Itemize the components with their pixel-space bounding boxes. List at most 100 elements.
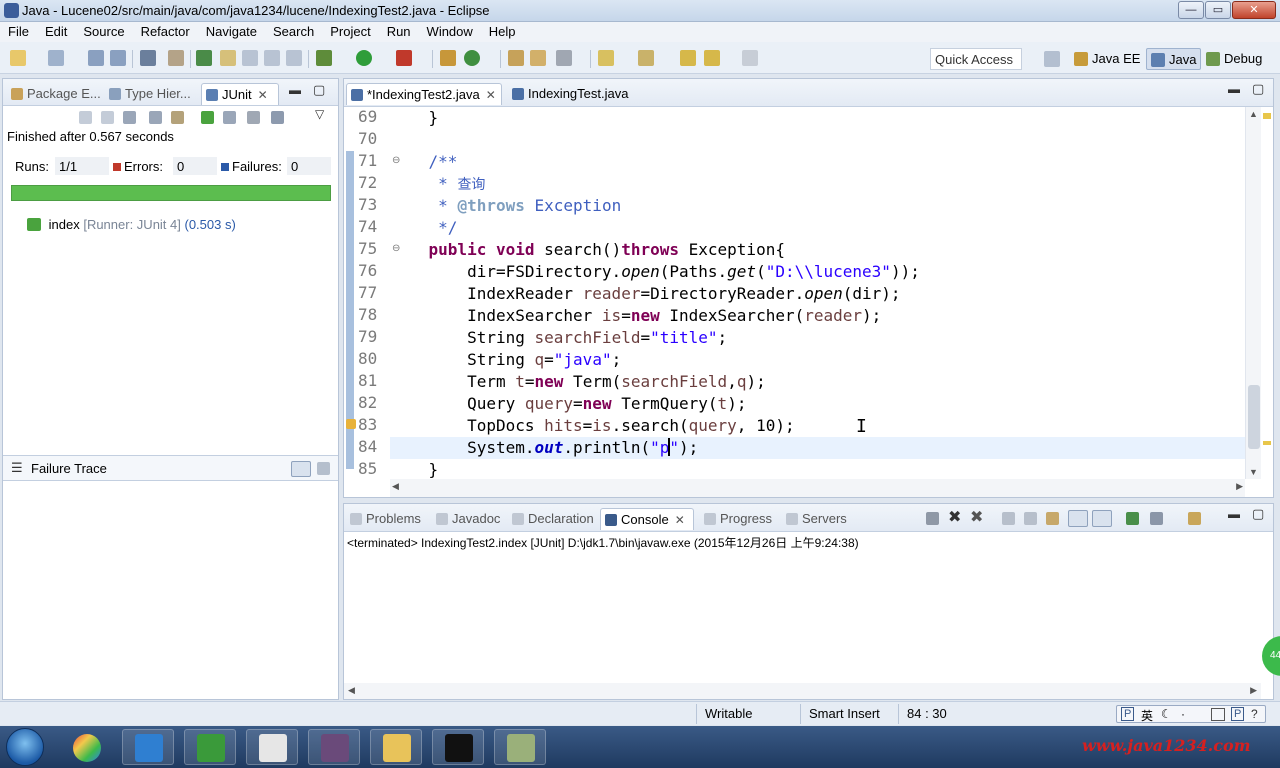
next-failure-icon[interactable] [79, 111, 92, 124]
ime-help-icon[interactable]: ? [1251, 707, 1258, 721]
tab-package-explorer[interactable]: Package E... [7, 83, 101, 105]
open-perspective-icon[interactable] [1044, 51, 1060, 67]
taskbar-app-1[interactable] [60, 729, 112, 765]
wand-icon[interactable] [168, 50, 184, 66]
paragraph-icon[interactable] [286, 50, 302, 66]
prev-annotation-icon[interactable] [638, 50, 654, 66]
editor-vertical-scrollbar[interactable]: ▲ ▼ [1245, 107, 1261, 479]
close-icon[interactable]: ✕ [486, 88, 496, 102]
scroll-lock-icon[interactable] [1024, 512, 1037, 525]
tab-indexingtest[interactable]: IndexingTest.java [508, 83, 628, 105]
scroll-left-arrow-icon[interactable]: ◀ [392, 481, 399, 492]
rerun-failed-icon[interactable] [223, 111, 236, 124]
skip-breakpoints-icon[interactable] [196, 50, 212, 66]
close-icon[interactable]: ✕ [675, 513, 685, 527]
close-icon[interactable]: ✕ [258, 88, 268, 102]
new-package-icon[interactable] [440, 50, 456, 66]
previous-failure-icon[interactable] [101, 111, 114, 124]
ime-p-icon[interactable]: P [1231, 707, 1245, 721]
taskbar-app-eclipse[interactable] [308, 729, 360, 765]
editor-horizontal-scrollbar[interactable]: ◀ ▶ [390, 479, 1245, 497]
stop-icon[interactable] [247, 111, 260, 124]
quick-access-input[interactable]: Quick Access [930, 48, 1022, 70]
last-edit-icon[interactable] [680, 50, 696, 66]
filter-stack-icon[interactable] [291, 461, 311, 477]
menu-navigate[interactable]: Navigate [198, 22, 265, 42]
maximize-button[interactable]: ▭ [1205, 1, 1231, 19]
pin-console-icon[interactable] [1126, 512, 1139, 525]
console-horizontal-scrollbar[interactable]: ◀ ▶ [344, 683, 1261, 699]
minimize-button[interactable]: — [1178, 1, 1204, 19]
remove-all-terminated-icon[interactable]: ✖ [970, 507, 983, 527]
menu-project[interactable]: Project [322, 22, 378, 42]
taskbar-app-notepad[interactable] [494, 729, 546, 765]
annotation-marker[interactable] [1263, 113, 1271, 119]
next-annotation-icon[interactable] [598, 50, 614, 66]
maximize-view-icon[interactable]: ▢ [313, 82, 325, 98]
back-icon[interactable] [704, 50, 720, 66]
new-icon[interactable] [10, 50, 26, 66]
code-area[interactable]: } /** * 查询 * @throws Exception */ public… [390, 107, 1245, 479]
ime-mode-icon[interactable]: P [1121, 707, 1135, 721]
save-all-icon[interactable] [110, 50, 126, 66]
tab-type-hierarchy[interactable]: Type Hier... [105, 83, 191, 105]
show-failures-only-icon[interactable] [123, 111, 136, 124]
open-console-icon[interactable] [1188, 512, 1201, 525]
debug-icon[interactable] [316, 50, 332, 66]
mark-occurrences-icon[interactable] [220, 50, 236, 66]
maximize-editor-icon[interactable]: ▢ [1252, 81, 1264, 97]
maximize-console-icon[interactable]: ▢ [1252, 506, 1264, 522]
menu-run[interactable]: Run [379, 22, 419, 42]
taskbar-app-camtasia-1[interactable] [184, 729, 236, 765]
taskbar-app-cmd[interactable] [432, 729, 484, 765]
ime-punctuation-icon[interactable]: · [1181, 707, 1185, 721]
close-button[interactable]: ✕ [1232, 1, 1276, 19]
tab-progress[interactable]: Progress [700, 508, 772, 530]
minimize-editor-icon[interactable]: ▬ [1228, 82, 1240, 96]
warning-icon[interactable] [346, 419, 356, 429]
rerun-test-icon[interactable] [201, 111, 214, 124]
minimize-console-icon[interactable]: ▬ [1228, 507, 1240, 521]
test-history-icon[interactable] [271, 111, 284, 124]
perspective-debug[interactable]: Debug [1202, 48, 1266, 70]
show-on-stdout-icon[interactable] [1068, 510, 1088, 527]
clear-console-icon[interactable] [1002, 512, 1015, 525]
test-tree-item[interactable]: index [Runner: JUnit 4] (0.503 s) [27, 217, 236, 232]
taskbar-app-explorer[interactable] [370, 729, 422, 765]
terminate-icon[interactable] [926, 512, 939, 525]
display-console-icon[interactable] [1150, 512, 1163, 525]
menu-source[interactable]: Source [75, 22, 132, 42]
tab-declaration[interactable]: Declaration [508, 508, 594, 530]
menu-search[interactable]: Search [265, 22, 322, 42]
run-icon[interactable] [356, 50, 372, 66]
open-task-icon[interactable] [530, 50, 546, 66]
external-tools-icon[interactable] [396, 50, 412, 66]
scroll-right-arrow-icon[interactable]: ▶ [1250, 685, 1257, 696]
annotation-marker[interactable] [1263, 441, 1271, 445]
show-on-stderr-icon[interactable] [1092, 510, 1112, 527]
tab-indexingtest2[interactable]: *IndexingTest2.java ✕ [346, 83, 502, 105]
minimize-view-icon[interactable]: ▬ [289, 83, 301, 97]
open-type-icon[interactable] [508, 50, 524, 66]
print-icon[interactable] [140, 50, 156, 66]
ime-language[interactable]: 英 [1141, 707, 1153, 724]
menu-file[interactable]: File [0, 22, 37, 42]
toggle-block-icon[interactable] [242, 50, 258, 66]
save-icon[interactable] [88, 50, 104, 66]
scroll-lock-icon[interactable] [149, 111, 162, 124]
whitespace-icon[interactable] [264, 50, 280, 66]
menu-edit[interactable]: Edit [37, 22, 75, 42]
tab-javadoc[interactable]: Javadoc [432, 508, 500, 530]
tab-servers[interactable]: Servers [782, 508, 847, 530]
taskbar-app-camtasia-2[interactable] [246, 729, 298, 765]
new-class-icon[interactable] [464, 50, 480, 66]
menu-window[interactable]: Window [419, 22, 481, 42]
perspective-java-ee[interactable]: Java EE [1070, 48, 1144, 70]
tab-console[interactable]: Console ✕ [600, 508, 694, 530]
taskbar-app-wps[interactable] [122, 729, 174, 765]
word-wrap-icon[interactable] [1046, 512, 1059, 525]
start-button[interactable] [6, 728, 44, 766]
tab-problems[interactable]: Problems [346, 508, 421, 530]
scrollbar-thumb[interactable] [1248, 385, 1260, 449]
scroll-up-arrow-icon[interactable]: ▲ [1249, 109, 1258, 119]
